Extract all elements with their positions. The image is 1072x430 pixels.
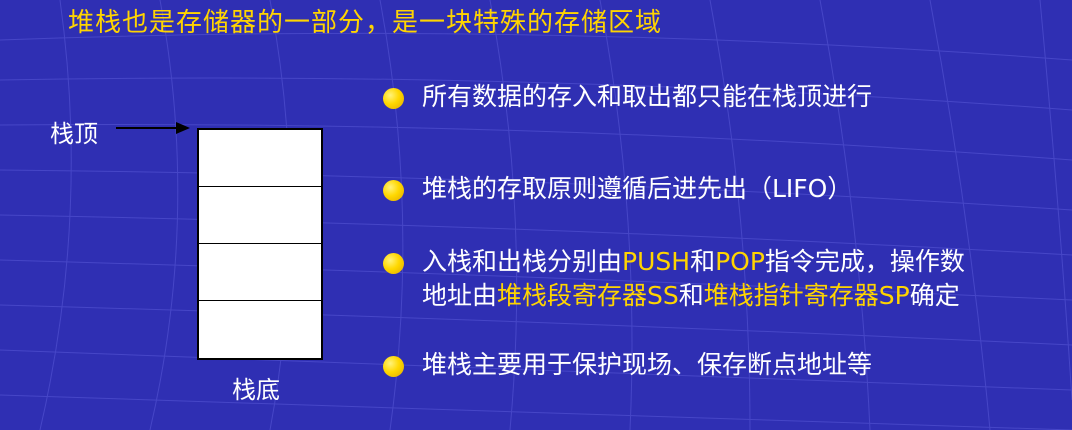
- highlight-push: PUSH: [622, 247, 691, 276]
- highlight-sp: 堆栈指针寄存器SP: [703, 281, 910, 310]
- stack-cell: [199, 244, 321, 301]
- bullet-text: 所有数据的存入和取出都只能在栈顶进行: [422, 82, 873, 111]
- bullet-line: 地址由堆栈段寄存器SS和堆栈指针寄存器SP确定: [422, 279, 965, 313]
- bullet-dot-icon: [383, 253, 404, 274]
- stack-cell: [199, 130, 321, 187]
- text-segment: 入栈和出栈分别由: [422, 247, 623, 276]
- bullet-item: 堆栈主要用于保护现场、保存断点地址等: [383, 348, 872, 382]
- text-segment: 和: [678, 281, 704, 310]
- arrow-right-icon: [116, 122, 190, 134]
- stack-diagram: [197, 128, 323, 360]
- stack-bottom-label: 栈底: [232, 376, 280, 404]
- bullet-dot-icon: [383, 180, 404, 201]
- stack-cell: [199, 187, 321, 244]
- highlight-ss: 堆栈段寄存器SS: [497, 281, 679, 310]
- text-segment: 和: [690, 247, 716, 276]
- bullet-item: 入栈和出栈分别由PUSH和POP指令完成，操作数 地址由堆栈段寄存器SS和堆栈指…: [383, 245, 965, 313]
- stack-top-label: 栈顶: [50, 120, 98, 148]
- bullet-text: 堆栈的存取原则遵循后进先出（LIFO）: [422, 174, 853, 203]
- slide-title: 堆栈也是存储器的一部分，是一块特殊的存储区域: [68, 8, 663, 38]
- text-segment: 确定: [909, 281, 960, 310]
- bullet-item: 堆栈的存取原则遵循后进先出（LIFO）: [383, 172, 852, 206]
- text-segment: 指令完成，操作数: [764, 247, 965, 276]
- highlight-pop: POP: [715, 247, 765, 276]
- text-segment: 地址由: [422, 281, 498, 310]
- bullet-dot-icon: [383, 356, 404, 377]
- bullet-item: 所有数据的存入和取出都只能在栈顶进行: [383, 80, 872, 114]
- bullet-text: 入栈和出栈分别由PUSH和POP指令完成，操作数 地址由堆栈段寄存器SS和堆栈指…: [422, 245, 965, 313]
- bullet-dot-icon: [383, 88, 404, 109]
- bullet-text: 堆栈主要用于保护现场、保存断点地址等: [422, 350, 873, 379]
- stack-cell: [199, 301, 321, 358]
- bullet-line: 入栈和出栈分别由PUSH和POP指令完成，操作数: [422, 245, 965, 279]
